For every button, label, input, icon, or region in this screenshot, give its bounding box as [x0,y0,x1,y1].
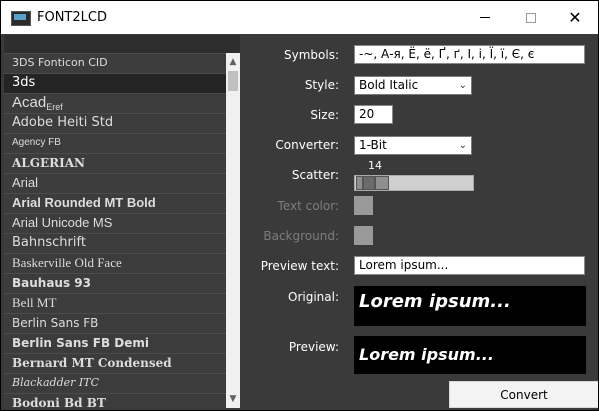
title-bar: FONT2LCD ✕ [1,1,598,34]
font-list-item[interactable]: Berlin Sans FB Demi [4,333,226,353]
font-list-item[interactable]: Blackadder ITC [4,373,226,393]
font-list-item-label: Berlin Sans FB [12,316,99,330]
chevron-down-icon: ⌄ [458,80,467,91]
font-list-item[interactable]: AcadEref [4,93,226,113]
text-color-swatch [354,196,373,215]
preview-label: Preview: [288,340,339,354]
font-list-item[interactable]: Arial Rounded MT Bold [4,193,226,213]
font-list-item-suffix: Eref [46,102,63,112]
font-list-item-label: Arial [12,175,39,190]
window-title: FONT2LCD [37,10,107,25]
font-list-item-label: 3DS Fonticon CID [12,56,108,69]
font-list-item-label: Bell MT [12,295,57,310]
font-list-item[interactable]: Arial [4,173,226,193]
convert-button[interactable]: Convert [449,381,598,408]
font-list-item[interactable]: Berlin Sans FB [4,313,226,333]
scroll-down-arrow-icon[interactable]: ▼ [226,392,240,406]
font-list-item-label: Arial Unicode MS [12,215,113,230]
converter-select[interactable]: 1-Bit ⌄ [354,136,472,155]
app-icon [11,11,31,26]
font-list-item[interactable]: Arial Unicode MS [4,213,226,233]
font-list-item[interactable]: Bell MT [4,293,226,313]
font-list-item[interactable]: Adobe Heiti Std [4,113,226,133]
size-input[interactable]: 20 [354,105,393,124]
scatter-label: Scatter: [291,168,339,182]
slider-fill [356,176,363,190]
font-list-item[interactable]: 3DS Fonticon CID [4,53,226,73]
font-list-item[interactable]: Bauhaus 93 [4,273,226,293]
slider-handle[interactable] [363,176,375,190]
font-list-item-label: 3ds [12,75,36,90]
font-list-item-label: Bauhaus 93 [12,276,91,290]
size-label: Size: [310,108,339,122]
font-list-header [4,35,240,53]
minimize-button[interactable] [462,1,508,34]
preview-text-label: Preview text: [260,259,339,273]
original-preview: Lorem ipsum... [354,286,586,326]
style-select[interactable]: Bold Italic ⌄ [354,76,472,95]
maximize-icon [526,12,536,23]
font-list-item[interactable]: 3ds [4,73,226,93]
scatter-slider[interactable] [354,175,474,191]
original-label: Original: [288,290,339,304]
converter-select-value: 1-Bit [359,138,387,152]
preview-text-input[interactable]: Lorem ipsum... [354,256,585,275]
slider-handle-right [375,176,389,190]
background-color-swatch [354,226,373,245]
scroll-up-arrow-icon[interactable]: ▲ [226,55,240,69]
font-list-item-label: ALGERIAN [12,156,86,170]
text-color-label: Text color: [277,199,339,213]
font-list-item-label: Blackadder ITC [12,376,99,389]
font-list[interactable]: 3DS Fonticon CID 3ds AcadEref Adobe Heiti S… [4,35,240,408]
font-list-item-label: Agency FB [12,137,61,148]
font-list-item[interactable]: Bahnschrift [4,233,226,253]
font-list-item[interactable]: Bernard MT Condensed [4,353,226,373]
font-list-item-label: Acad [12,94,47,111]
chevron-down-icon: ⌄ [458,140,467,151]
settings-panel: Symbols: -~, А-я, Ё, ё, Ґ, ґ, І, і, Ї, ї… [241,35,598,410]
app-window: FONT2LCD ✕ 3DS Fonticon CID 3ds AcadEref Ad… [1,1,598,410]
scatter-value: 14 [368,159,382,172]
font-list-item-label: Berlin Sans FB Demi [12,336,149,350]
maximize-button [508,1,554,34]
background-label: Background: [263,229,339,243]
font-list-item[interactable]: Bodoni Bd BT [4,393,226,408]
symbols-label: Symbols: [284,48,339,62]
close-icon: ✕ [568,8,582,27]
style-select-value: Bold Italic [359,78,419,92]
font-list-item-label: Bernard MT Condensed [12,356,172,370]
font-list-item-label: Arial Rounded MT Bold [12,195,156,210]
font-list-scrollbar[interactable]: ▲ ▼ [226,53,240,408]
style-label: Style: [304,78,339,92]
symbols-input[interactable]: -~, А-я, Ё, ё, Ґ, ґ, І, і, Ї, ї, Є, є [354,45,585,64]
scroll-thumb[interactable] [228,71,238,91]
font-list-item[interactable]: Agency FB [4,133,226,153]
font-list-item-label: Bodoni Bd BT [12,396,106,408]
converted-preview: Lorem ipsum... [354,336,586,374]
close-button[interactable]: ✕ [552,1,598,34]
font-list-item-label: Baskerville Old Face [12,255,122,270]
minimize-icon [480,17,490,18]
font-list-item-label: Adobe Heiti Std [12,115,114,130]
font-list-item[interactable]: ALGERIAN [4,153,226,173]
font-list-item-label: Bahnschrift [12,235,86,250]
converter-label: Converter: [275,138,339,152]
font-list-item[interactable]: Baskerville Old Face [4,253,226,273]
